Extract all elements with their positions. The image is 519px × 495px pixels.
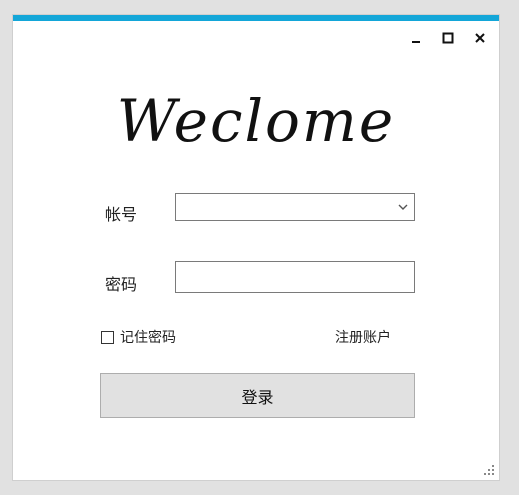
register-link[interactable]: 注册账户	[335, 327, 391, 347]
remember-password-option[interactable]: 记住密码	[101, 327, 176, 347]
password-field[interactable]	[175, 261, 415, 293]
password-label: 密码	[105, 275, 138, 294]
resize-grip-icon[interactable]	[483, 464, 495, 476]
account-combobox[interactable]	[175, 193, 415, 221]
close-icon[interactable]	[471, 29, 489, 47]
minimize-icon[interactable]	[407, 29, 425, 47]
remember-checkbox[interactable]	[101, 330, 114, 344]
remember-label: 记住密码	[120, 330, 176, 346]
account-label: 帐号	[105, 205, 138, 224]
maximize-icon[interactable]	[439, 29, 457, 47]
login-button[interactable]: 登录	[100, 373, 415, 418]
window-controls	[407, 29, 489, 47]
welcome-title: Weclome	[116, 87, 396, 155]
login-window: Weclome 帐号 密码 记住密码 注册账户 登录	[12, 14, 500, 481]
chevron-down-icon[interactable]	[396, 200, 410, 214]
title-accent-bar	[13, 15, 499, 21]
